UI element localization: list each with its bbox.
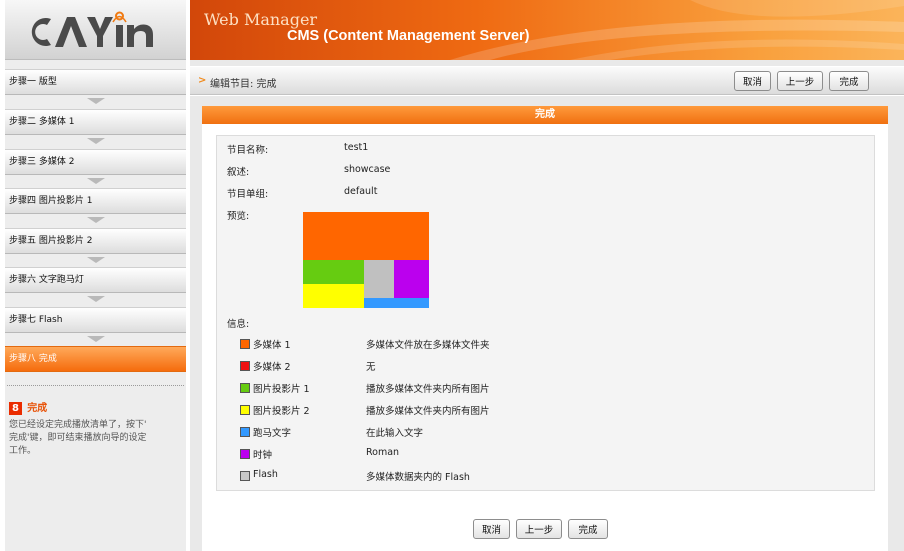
program-group-label: 节目单组:	[227, 189, 269, 200]
button-label: 上一步	[524, 525, 554, 536]
page-title: 编辑节目: 完成	[210, 79, 277, 90]
step-4-slideshow-1[interactable]: 步骤四 图片投影片 1	[5, 188, 186, 214]
cancel-button[interactable]: 取消	[734, 71, 771, 91]
legend-zone-value: 播放多媒体文件夹内所有图片	[366, 406, 490, 417]
breadcrumb-arrow-icon: >	[198, 75, 207, 86]
media-2-color-swatch	[240, 361, 250, 371]
description-value: showcase	[344, 164, 391, 175]
wizard-sidebar: 步骤一 版型 步骤二 多媒体 1 步骤三 多媒体 2 步骤四 图片投影片 1 步…	[5, 0, 186, 551]
header-separator	[190, 60, 904, 66]
help-line: 完成'键，即可结束播放向导的设定	[9, 433, 147, 443]
finish-help-text: 您已经设定完成播放清单了，按下' 完成'键，即可结束播放向导的设定 工作。	[9, 419, 185, 458]
button-label: 完成	[578, 525, 598, 536]
button-label: 取消	[742, 77, 762, 88]
step-arrow-icon	[87, 217, 105, 223]
step-arrow-icon	[87, 98, 105, 104]
step-arrow-icon	[87, 257, 105, 263]
ticker-color-swatch	[240, 427, 250, 437]
panel-header: 完成	[202, 106, 888, 124]
step-arrow-icon	[87, 178, 105, 184]
legend-zone-value: Roman	[366, 447, 400, 458]
legend-zone-name: 多媒体 2	[253, 362, 291, 373]
info-label: 信息:	[227, 319, 250, 330]
finish-help-panel: 8 完成 您已经设定完成播放清单了，按下' 完成'键，即可结束播放向导的设定 工…	[9, 399, 185, 458]
finish-help-title: 完成	[27, 403, 48, 414]
step-3-media-2[interactable]: 步骤三 多媒体 2	[5, 149, 186, 175]
page-title-bar: > 编辑节目: 完成 取消 上一步 完成	[190, 67, 904, 95]
button-label: 取消	[481, 525, 501, 536]
header-brand: Web Manager	[204, 10, 318, 29]
previous-step-button[interactable]: 上一步	[777, 71, 823, 91]
header-product-title: CMS (Content Management Server)	[287, 28, 530, 44]
media-1-color-swatch	[240, 339, 250, 349]
button-label: 完成	[839, 77, 859, 88]
legend-zone-value: 在此输入文字	[366, 428, 424, 439]
legend-zone-value: 播放多媒体文件夹内所有图片	[366, 384, 490, 395]
cayin-logo-icon	[31, 11, 153, 47]
step-label: 步骤七 Flash	[9, 315, 63, 325]
legend-zone-value: 多媒体文件放在多媒体文件夹	[366, 340, 490, 351]
help-line: 您已经设定完成播放清单了，按下'	[9, 420, 147, 430]
step-number-badge: 8	[9, 402, 22, 415]
step-label: 步骤三 多媒体 2	[9, 157, 75, 167]
zone-slideshow-1	[303, 260, 364, 284]
clock-color-swatch	[240, 449, 250, 459]
app-header: Web Manager CMS (Content Management Serv…	[190, 0, 904, 60]
bottom-finish-button[interactable]: 完成	[568, 519, 608, 539]
cayin-logo	[5, 0, 186, 60]
divider	[7, 385, 184, 386]
step-arrow-icon	[87, 336, 105, 342]
flash-color-swatch	[240, 471, 250, 481]
legend-zone-name: 图片投影片 2	[253, 406, 310, 417]
button-label: 上一步	[785, 77, 815, 88]
legend-zone-name: 图片投影片 1	[253, 384, 310, 395]
legend-zone-name: 多媒体 1	[253, 340, 291, 351]
zone-clock	[394, 260, 429, 298]
finish-panel: 完成 节目名称: test1 叙述: showcase 节目单组: defaul…	[202, 106, 888, 551]
program-group-value: default	[344, 186, 378, 197]
legend-zone-name: 跑马文字	[253, 428, 292, 439]
step-2-media-1[interactable]: 步骤二 多媒体 1	[5, 109, 186, 135]
zone-slideshow-2	[303, 284, 364, 308]
step-5-slideshow-2[interactable]: 步骤五 图片投影片 2	[5, 228, 186, 254]
step-1-layout[interactable]: 步骤一 版型	[5, 69, 186, 95]
step-6-ticker[interactable]: 步骤六 文字跑马灯	[5, 267, 186, 293]
description-label: 叙述:	[227, 167, 250, 178]
step-label: 步骤六 文字跑马灯	[9, 275, 84, 285]
zone-ticker	[364, 298, 429, 308]
legend-zone-name: Flash	[253, 469, 278, 480]
main-content: 完成 节目名称: test1 叙述: showcase 节目单组: defaul…	[190, 96, 904, 551]
step-label: 步骤五 图片投影片 2	[9, 236, 93, 246]
step-label: 步骤四 图片投影片 1	[9, 196, 93, 206]
step-label: 步骤八 完成	[9, 354, 57, 364]
slideshow-2-color-swatch	[240, 405, 250, 415]
program-name-value: test1	[344, 142, 369, 153]
layout-preview	[303, 212, 429, 308]
bottom-previous-step-button[interactable]: 上一步	[516, 519, 562, 539]
program-name-label: 节目名称:	[227, 145, 269, 156]
legend-zone-value: 多媒体数据夹内的 Flash	[366, 472, 470, 483]
zone-media-1	[303, 212, 429, 260]
zone-flash	[364, 260, 394, 298]
step-label: 步骤二 多媒体 1	[9, 117, 75, 127]
help-line: 工作。	[9, 446, 37, 456]
program-summary: 节目名称: test1 叙述: showcase 节目单组: default 预…	[216, 135, 875, 491]
step-arrow-icon	[87, 138, 105, 144]
legend-zone-name: 时钟	[253, 450, 273, 461]
legend-zone-value: 无	[366, 362, 376, 373]
app-window: 步骤一 版型 步骤二 多媒体 1 步骤三 多媒体 2 步骤四 图片投影片 1 步…	[0, 0, 904, 551]
step-label: 步骤一 版型	[9, 77, 57, 87]
step-8-finish[interactable]: 步骤八 完成	[5, 346, 186, 372]
preview-label: 预览:	[227, 211, 250, 222]
finish-button[interactable]: 完成	[829, 71, 869, 91]
slideshow-1-color-swatch	[240, 383, 250, 393]
step-7-flash[interactable]: 步骤七 Flash	[5, 307, 186, 333]
step-arrow-icon	[87, 296, 105, 302]
bottom-cancel-button[interactable]: 取消	[473, 519, 510, 539]
